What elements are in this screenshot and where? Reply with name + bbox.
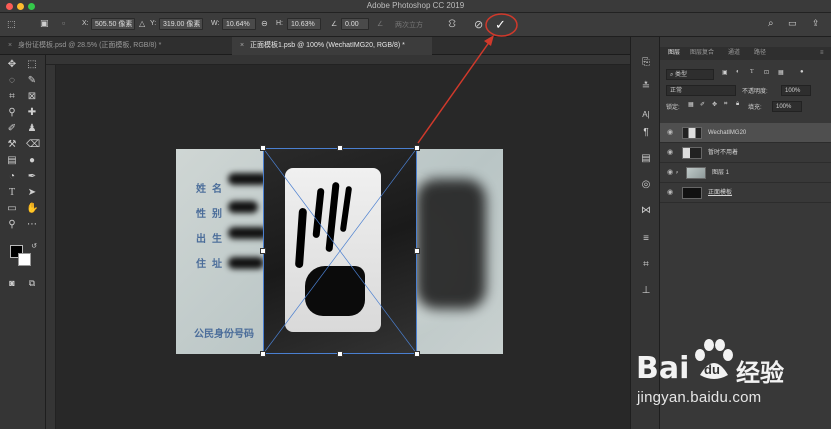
opacity-label: 不透明度:	[742, 89, 768, 95]
watermark-brand: Bai	[636, 351, 690, 386]
type-filter-icon[interactable]: T	[750, 69, 754, 75]
fill-label: 填充:	[748, 105, 762, 111]
lock-row: 锁定: ▦ ✐ ✥ ⌗ 🔒︎ 填充: 100%	[660, 101, 831, 113]
character-panel-icon[interactable]: A|	[640, 109, 652, 121]
layer-name: WechatIMG20	[708, 130, 747, 136]
tab-channels[interactable]: 通道	[728, 47, 740, 60]
layer-thumbnail	[686, 167, 706, 179]
watermark-brand-du: du	[704, 362, 720, 377]
crop-panel-icon[interactable]: ⌗	[640, 259, 652, 271]
visibility-eye-icon[interactable]: ◉	[667, 183, 675, 203]
properties-panel-icon[interactable]: ◎	[640, 179, 652, 191]
tab-layers[interactable]: 图层	[668, 47, 680, 60]
lock-transparent-icon[interactable]: ▦	[688, 101, 694, 108]
lock-label: 锁定:	[666, 105, 680, 111]
baidu-paw-icon: du	[692, 339, 734, 381]
watermark-url: jingyan.baidu.com	[637, 389, 762, 406]
visibility-eye-icon[interactable]: ◉	[667, 123, 675, 143]
filter-toggle-icon[interactable]: ●	[800, 69, 804, 75]
baidu-jingyan-watermark: Bai du 经验	[636, 339, 826, 389]
layer-row[interactable]: ◉ 正面模板	[660, 183, 831, 203]
watermark-jingyan: 经验	[736, 360, 784, 387]
layer-name: 暂时不用着	[708, 150, 739, 156]
fill-field[interactable]: 100%	[772, 101, 802, 112]
layers-panel-tabs: 图层 图层复合 通道 路径 ≡	[660, 47, 831, 60]
layer-filter-row: ⌕ 类型 ▣ ◐ T ⊡ ▦ ●	[660, 69, 831, 81]
layer-name: 正面模板	[708, 190, 733, 196]
tab-paths[interactable]: 路径	[754, 47, 766, 60]
paragraph-panel-icon[interactable]: ¶	[640, 127, 652, 139]
smart-object-filter-icon[interactable]: ▦	[778, 69, 784, 76]
layer-thumbnail	[682, 187, 702, 199]
history-panel-icon[interactable]: ⎘	[640, 57, 652, 69]
search-icon: ⌕	[670, 72, 674, 78]
blend-mode-select[interactable]: 正常	[666, 85, 736, 96]
lock-artboard-icon[interactable]: ⌗	[724, 101, 727, 108]
pixel-filter-icon[interactable]: ▣	[722, 69, 728, 76]
layer-row[interactable]: ◉ 暂时不用着	[660, 143, 831, 163]
layer-row[interactable]: ◉ WechatIMG20	[660, 123, 831, 143]
layer-thumbnail	[682, 147, 702, 159]
libraries-panel-icon[interactable]: ⋈	[640, 205, 652, 217]
panel-menu-icon[interactable]: ≡	[820, 47, 824, 60]
adjustments-panel-icon[interactable]: ≛	[640, 81, 652, 93]
lock-image-icon[interactable]: ✐	[700, 101, 705, 108]
comments-panel-icon[interactable]: ▤	[640, 153, 652, 165]
adjustment-filter-icon[interactable]: ◐	[736, 69, 740, 75]
kind-filter-value: 类型	[675, 72, 688, 78]
shape-filter-icon[interactable]: ⊡	[764, 69, 769, 76]
layer-thumbnail	[682, 127, 702, 139]
opacity-field[interactable]: 100%	[781, 85, 811, 96]
lock-position-icon[interactable]: ✥	[712, 101, 717, 108]
tab-layer-comps[interactable]: 图层复合	[690, 47, 714, 60]
kind-filter-select[interactable]: ⌕ 类型	[666, 69, 714, 80]
stamp-panel-icon[interactable]: ⊥	[640, 285, 652, 297]
layers-list-icon[interactable]: ≡	[640, 233, 652, 245]
visibility-eye-icon[interactable]: ◉	[667, 143, 675, 163]
layer-row[interactable]: ◉ ⸗ 图层 1	[660, 163, 831, 183]
visibility-eye-icon[interactable]: ◉	[667, 163, 675, 183]
link-icon: ⸗	[676, 170, 678, 176]
layer-name: 图层 1	[712, 170, 730, 176]
blend-row: 正常 不透明度: 100%	[660, 85, 831, 97]
lock-all-icon[interactable]: 🔒︎	[736, 101, 739, 108]
